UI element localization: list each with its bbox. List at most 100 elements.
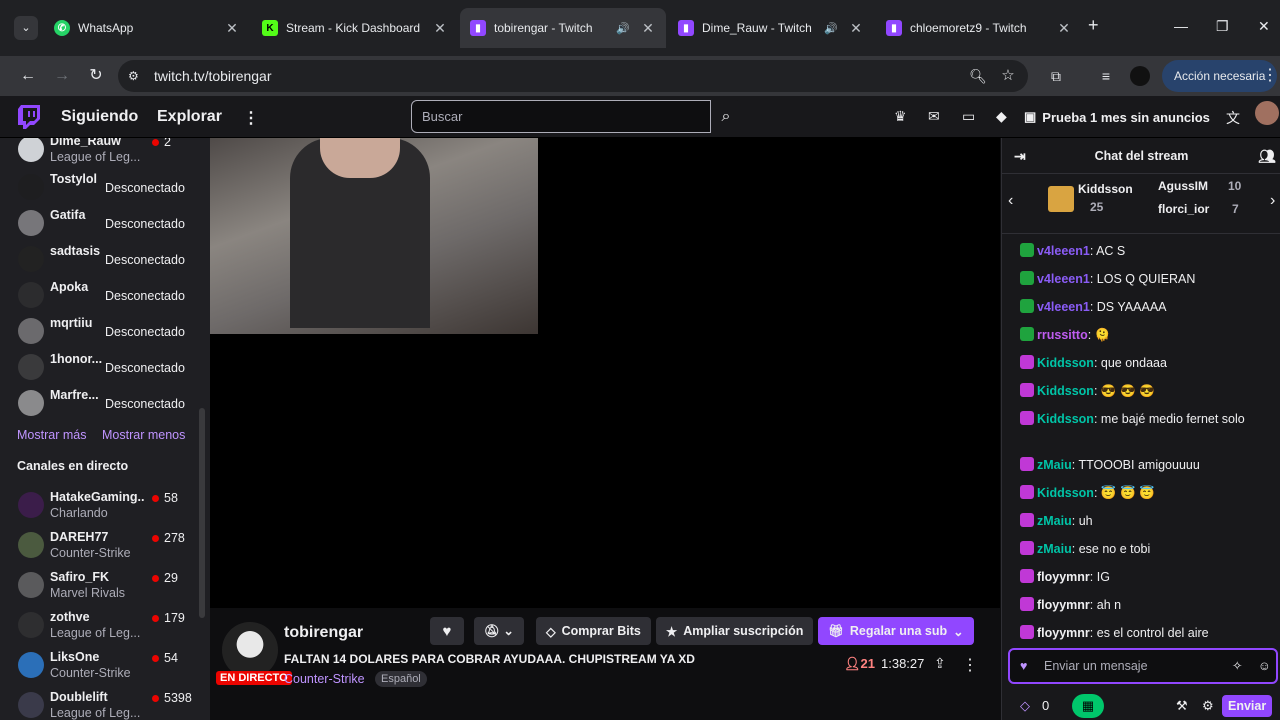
sidebar-item[interactable]: Dime_Rauw League of Leg... 2 (0, 138, 200, 168)
speaker-icon[interactable]: 🔊 (616, 22, 630, 35)
magic-icon[interactable]: ✧ (1232, 650, 1242, 682)
send-button[interactable]: Enviar (1222, 695, 1273, 717)
sidebar-item[interactable]: Marfre... Desconectado (0, 386, 200, 422)
chat-username[interactable]: floyymnr (1037, 598, 1090, 612)
close-icon[interactable]: ✕ (432, 20, 448, 37)
chat-username[interactable]: rrussitto (1037, 328, 1088, 342)
chat-username[interactable]: Kiddsson (1037, 486, 1094, 500)
more-options-icon[interactable]: ⋮ (962, 655, 978, 675)
sidebar-item[interactable]: DAREH77 Counter-Strike 278 (0, 528, 200, 564)
channel-category: League of Leg... (50, 706, 141, 720)
gift-sub-button[interactable]: 🎁︎ Regalar una sub ⌄ (818, 617, 974, 645)
tab-tobirengar[interactable]: ▮ tobirengar - Twitch 🔊 ✕ (460, 8, 666, 48)
chat-username[interactable]: Kiddsson (1037, 412, 1094, 426)
sidebar-item[interactable]: Safiro_FK Marvel Rivals 29 (0, 568, 200, 604)
close-icon[interactable]: ✕ (224, 20, 240, 37)
chat-settings-icon[interactable]: ⚙ (1202, 698, 1214, 714)
tab-whatsapp[interactable]: ✆ WhatsApp ✕ (44, 8, 250, 48)
chat-username[interactable]: Kiddsson (1037, 356, 1094, 370)
nav-explorar[interactable]: Explorar (157, 108, 222, 126)
sidebar-item[interactable]: HatakeGaming... Charlando 58 (0, 488, 200, 524)
speaker-icon[interactable]: 🔊 (824, 22, 838, 35)
chat-username[interactable]: floyymnr (1037, 626, 1090, 640)
chat-username[interactable]: zMaiu (1037, 514, 1072, 528)
sidebar-item[interactable]: LiksOne Counter-Strike 54 (0, 648, 200, 684)
reload-icon[interactable]: ↻ (84, 64, 108, 88)
video-player[interactable] (210, 138, 1000, 608)
show-more-link[interactable]: Mostrar más (17, 428, 86, 442)
chat-username[interactable]: v4leeen1 (1037, 244, 1090, 258)
address-bar[interactable]: ⚙ twitch.tv/tobirengar (118, 60, 1028, 92)
chat-username[interactable]: zMaiu (1037, 542, 1072, 556)
ad-free-trial-button[interactable]: ▣ Prueba 1 mes sin anuncios (1024, 100, 1210, 134)
users-icon[interactable]: 👥︎ (1258, 138, 1276, 174)
forward-icon[interactable]: → (50, 64, 74, 88)
tools-icon[interactable]: ⚒ (1176, 698, 1188, 714)
collapse-chat-icon[interactable]: ⇥ (1014, 138, 1026, 174)
channel-name[interactable]: tobirengar (284, 624, 363, 642)
tab-kick[interactable]: K Stream - Kick Dashboard ✕ (252, 8, 458, 48)
sidebar-item[interactable]: 1honor... Desconectado (0, 350, 200, 386)
notifications-bell-icon[interactable]: 🔕︎ ⌄ (474, 617, 524, 645)
menu-dots-icon[interactable]: ⋮ (1258, 64, 1280, 88)
extend-sub-button[interactable]: ★ Ampliar suscripción (656, 617, 814, 645)
twitch-logo-icon[interactable] (18, 105, 40, 129)
emote-icon[interactable]: ☺ (1258, 650, 1271, 682)
tab-chloemoretz9[interactable]: ▮ chloemoretz9 - Twitch ✕ (876, 8, 1082, 48)
search-input[interactable]: Buscar (411, 100, 711, 133)
channel-points-icon[interactable]: ◇ (1020, 698, 1030, 714)
show-less-link[interactable]: Mostrar menos (102, 428, 185, 442)
new-tab-icon[interactable]: + (1088, 15, 1099, 36)
bits-icon[interactable]: ◆ (996, 108, 1007, 125)
search-icon[interactable]: ⌕ (711, 100, 741, 133)
chat-username[interactable]: zMaiu (1037, 458, 1072, 472)
twitch-icon: ▮ (886, 20, 902, 36)
chat-input[interactable]: ♥ Enviar un mensaje ✧ ☺ (1008, 648, 1278, 684)
chat-username[interactable]: floyymnr (1037, 570, 1090, 584)
media-control-icon[interactable]: ≡ (1094, 64, 1118, 88)
sidebar-item[interactable]: mqrtiiu Desconectado (0, 314, 200, 350)
buy-bits-button[interactable]: ◇ Comprar Bits (536, 617, 651, 645)
language-tag[interactable]: Español (375, 671, 427, 687)
translate-icon[interactable]: 文 (1226, 108, 1240, 128)
chat-username[interactable]: v4leeen1 (1037, 300, 1090, 314)
rewards-icon[interactable]: ▦ (1072, 694, 1104, 718)
inbox-icon[interactable]: ✉ (928, 108, 940, 125)
chat-username[interactable]: Kiddsson (1037, 384, 1094, 398)
sidebar-item[interactable]: Doublelift League of Leg... 5398 (0, 688, 200, 720)
chevron-left-icon[interactable]: ‹ (1008, 192, 1013, 210)
follow-heart-icon[interactable]: ♥ (430, 617, 464, 645)
close-icon[interactable]: ✕ (1056, 20, 1072, 37)
channel-avatar[interactable] (222, 622, 278, 678)
share-icon[interactable]: ⇪ (934, 655, 946, 672)
stream-category-link[interactable]: Counter-Strike (284, 672, 365, 686)
sidebar-scrollbar[interactable] (199, 408, 205, 618)
tab-dime-rauw[interactable]: ▮ Dime_Rauw - Twitch 🔊 ✕ (668, 8, 874, 48)
whispers-icon[interactable]: ▭ (962, 108, 975, 125)
user-avatar[interactable] (1255, 101, 1279, 125)
window-close-icon[interactable]: ✕ (1258, 18, 1270, 35)
avatar (18, 572, 44, 598)
back-icon[interactable]: ← (16, 64, 40, 88)
close-icon[interactable]: ✕ (848, 20, 864, 37)
chevron-right-icon[interactable]: › (1270, 192, 1275, 210)
bits-icon: ◇ (546, 624, 556, 639)
bookmark-star-icon[interactable]: ☆ (996, 64, 1020, 88)
nav-siguiendo[interactable]: Siguiendo (61, 108, 138, 126)
sidebar-item[interactable]: zothve League of Leg... 179 (0, 608, 200, 644)
restore-icon[interactable]: ❐ (1216, 18, 1229, 35)
crown-icon[interactable]: ♛ (894, 108, 907, 125)
minimize-icon[interactable]: — (1174, 18, 1188, 34)
tab-search-button[interactable]: ⌄ (14, 16, 38, 40)
sidebar-item[interactable]: Apoka Desconectado (0, 278, 200, 314)
close-icon[interactable]: ✕ (640, 20, 656, 37)
sidebar-item[interactable]: Gatifa Desconectado (0, 206, 200, 242)
site-info-icon[interactable]: ⚙ (128, 69, 139, 83)
more-dots-icon[interactable]: ⋮ (243, 108, 259, 128)
sidebar-item[interactable]: Tostylol Desconectado (0, 170, 200, 206)
chat-username[interactable]: v4leeen1 (1037, 272, 1090, 286)
profile-avatar[interactable] (1128, 64, 1152, 88)
zoom-icon[interactable]: 🔍︎ (966, 64, 990, 88)
extensions-icon[interactable]: ⧉ (1044, 64, 1068, 88)
sidebar-item[interactable]: sadtasis Desconectado (0, 242, 200, 278)
